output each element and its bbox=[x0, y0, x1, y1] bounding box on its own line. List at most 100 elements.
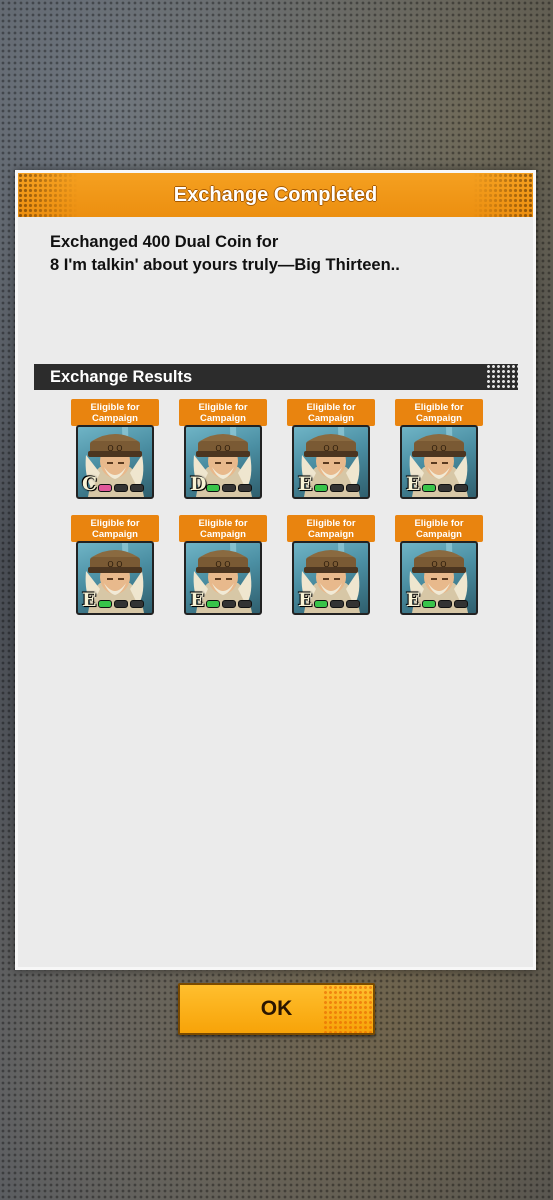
level-pip bbox=[114, 600, 128, 608]
result-card[interactable]: Eligible for Campaign O O E bbox=[179, 515, 267, 631]
results-bar-dot-pattern bbox=[486, 364, 518, 390]
svg-text:O O: O O bbox=[431, 444, 446, 453]
result-card[interactable]: Eligible for Campaign O O E bbox=[395, 399, 483, 515]
level-pip bbox=[346, 484, 360, 492]
svg-text:O O: O O bbox=[107, 444, 122, 453]
level-pip bbox=[454, 484, 468, 492]
level-pips bbox=[422, 484, 468, 492]
campaign-eligible-badge: Eligible for Campaign bbox=[71, 399, 159, 426]
svg-text:O O: O O bbox=[323, 560, 338, 569]
level-pip bbox=[314, 600, 328, 608]
level-pip bbox=[238, 600, 252, 608]
level-pip bbox=[314, 484, 328, 492]
badge-line-2: Campaign bbox=[308, 528, 354, 540]
character-portrait: O O E bbox=[76, 541, 154, 615]
rank-letter: E bbox=[406, 473, 421, 495]
level-pip bbox=[330, 600, 344, 608]
level-pip bbox=[130, 484, 144, 492]
level-pip bbox=[114, 484, 128, 492]
exchange-completed-dialog: Exchange Completed Exchanged 400 Dual Co… bbox=[15, 170, 536, 970]
level-pip bbox=[206, 484, 220, 492]
badge-line-1: Eligible for bbox=[198, 517, 248, 529]
result-card[interactable]: Eligible for Campaign O O E bbox=[71, 515, 159, 631]
badge-line-2: Campaign bbox=[92, 412, 138, 424]
exchange-message-line-1: Exchanged 400 Dual Coin for bbox=[50, 233, 279, 251]
results-section-title: Exchange Results bbox=[50, 367, 193, 386]
header-dot-pattern-right bbox=[473, 173, 533, 217]
badge-line-1: Eligible for bbox=[306, 517, 356, 529]
character-portrait: O O E bbox=[292, 425, 370, 499]
level-pip bbox=[206, 600, 220, 608]
badge-line-1: Eligible for bbox=[414, 517, 464, 529]
exchange-message-line-2: 8 I'm talkin' about yours truly—Big Thir… bbox=[50, 256, 400, 274]
character-portrait: O O E bbox=[184, 541, 262, 615]
badge-text: Eligible for Campaign bbox=[306, 518, 355, 540]
level-pip bbox=[98, 484, 112, 492]
badge-line-1: Eligible for bbox=[414, 401, 464, 413]
level-pip bbox=[330, 484, 344, 492]
result-card[interactable]: Eligible for Campaign O O E bbox=[395, 515, 483, 631]
character-portrait: O O E bbox=[400, 425, 478, 499]
character-portrait: O O C bbox=[76, 425, 154, 499]
level-pips bbox=[98, 484, 144, 492]
rank-letter: E bbox=[298, 473, 313, 495]
campaign-eligible-badge: Eligible for Campaign bbox=[287, 515, 375, 542]
dialog-title: Exchange Completed bbox=[173, 183, 378, 206]
level-pip bbox=[222, 484, 236, 492]
badge-line-2: Campaign bbox=[200, 528, 246, 540]
level-pip bbox=[222, 600, 236, 608]
campaign-eligible-badge: Eligible for Campaign bbox=[179, 515, 267, 542]
level-pips bbox=[314, 600, 360, 608]
exchange-message: Exchanged 400 Dual Coin for 8 I'm talkin… bbox=[50, 231, 510, 277]
result-card[interactable]: Eligible for Campaign O O E bbox=[287, 399, 375, 515]
svg-text:O O: O O bbox=[107, 560, 122, 569]
badge-line-2: Campaign bbox=[308, 412, 354, 424]
level-pip bbox=[454, 600, 468, 608]
level-pip bbox=[422, 484, 436, 492]
badge-text: Eligible for Campaign bbox=[306, 402, 355, 424]
badge-text: Eligible for Campaign bbox=[90, 402, 139, 424]
level-pip bbox=[438, 484, 452, 492]
level-pips bbox=[98, 600, 144, 608]
campaign-eligible-badge: Eligible for Campaign bbox=[395, 399, 483, 426]
level-pip bbox=[438, 600, 452, 608]
badge-line-2: Campaign bbox=[416, 528, 462, 540]
badge-line-2: Campaign bbox=[416, 412, 462, 424]
character-portrait: O O D bbox=[184, 425, 262, 499]
svg-text:O O: O O bbox=[323, 444, 338, 453]
badge-line-1: Eligible for bbox=[90, 517, 140, 529]
results-section-header: Exchange Results bbox=[34, 364, 518, 390]
level-pip bbox=[346, 600, 360, 608]
result-card[interactable]: Eligible for Campaign O O E bbox=[287, 515, 375, 631]
badge-text: Eligible for Campaign bbox=[90, 518, 139, 540]
level-pips bbox=[422, 600, 468, 608]
rank-letter: E bbox=[406, 589, 421, 611]
badge-line-1: Eligible for bbox=[198, 401, 248, 413]
campaign-eligible-badge: Eligible for Campaign bbox=[179, 399, 267, 426]
rank-letter: E bbox=[190, 589, 205, 611]
campaign-eligible-badge: Eligible for Campaign bbox=[71, 515, 159, 542]
dialog-header: Exchange Completed bbox=[18, 173, 533, 217]
level-pip bbox=[422, 600, 436, 608]
badge-text: Eligible for Campaign bbox=[198, 518, 247, 540]
badge-line-2: Campaign bbox=[200, 412, 246, 424]
rank-letter: D bbox=[190, 473, 207, 495]
ok-button-label: OK bbox=[260, 997, 293, 1020]
level-pip bbox=[130, 600, 144, 608]
badge-text: Eligible for Campaign bbox=[414, 518, 463, 540]
level-pip bbox=[238, 484, 252, 492]
svg-text:O O: O O bbox=[215, 444, 230, 453]
level-pips bbox=[314, 484, 360, 492]
svg-text:O O: O O bbox=[215, 560, 230, 569]
result-card[interactable]: Eligible for Campaign O O D bbox=[179, 399, 267, 515]
ok-button[interactable]: OK bbox=[178, 983, 375, 1035]
character-portrait: O O E bbox=[292, 541, 370, 615]
header-dot-pattern-left bbox=[18, 173, 78, 217]
badge-line-2: Campaign bbox=[92, 528, 138, 540]
result-card[interactable]: Eligible for Campaign O O C bbox=[71, 399, 159, 515]
rank-letter: E bbox=[82, 589, 97, 611]
ok-button-dot-pattern bbox=[323, 985, 373, 1033]
character-portrait: O O E bbox=[400, 541, 478, 615]
level-pip bbox=[98, 600, 112, 608]
campaign-eligible-badge: Eligible for Campaign bbox=[287, 399, 375, 426]
